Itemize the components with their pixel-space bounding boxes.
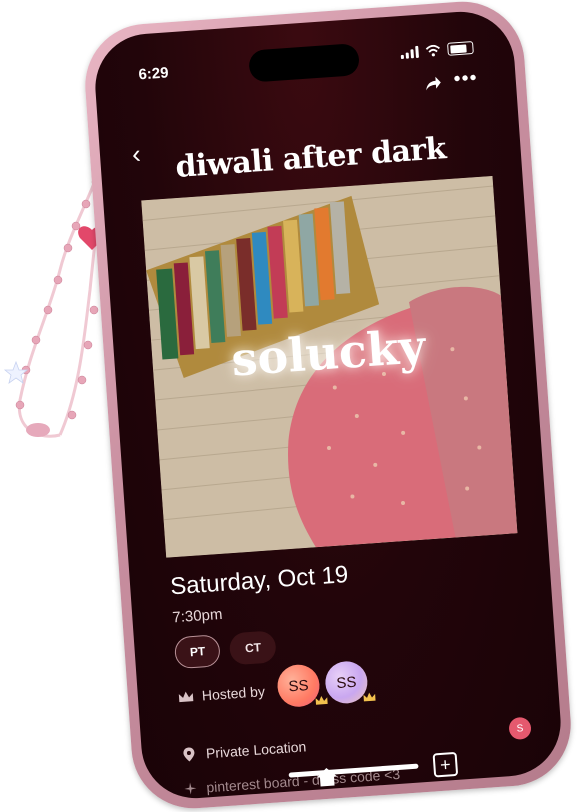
host-avatar[interactable]: SS bbox=[323, 659, 376, 705]
hosted-by-label: Hosted by bbox=[201, 683, 266, 704]
event-date: Saturday, Oct 19 bbox=[169, 561, 350, 601]
event-time: 7:30pm bbox=[171, 605, 223, 627]
crown-icon bbox=[363, 692, 376, 702]
crown-icon bbox=[178, 691, 194, 703]
timezone-toggle: PT CT bbox=[173, 630, 278, 670]
location-avatar-badge[interactable]: S bbox=[508, 716, 532, 741]
share-icon bbox=[426, 76, 441, 91]
location-row[interactable]: Private Location bbox=[182, 738, 307, 763]
hosted-by: Hosted by bbox=[177, 683, 265, 705]
sparkle-icon bbox=[184, 782, 197, 795]
crown-icon bbox=[315, 696, 328, 705]
dynamic-island bbox=[248, 43, 361, 83]
battery-icon bbox=[447, 41, 474, 56]
status-icons bbox=[400, 41, 474, 59]
share-button[interactable] bbox=[423, 75, 442, 97]
plus-square-icon[interactable]: + bbox=[432, 751, 459, 778]
timezone-ct-button[interactable]: CT bbox=[229, 630, 278, 666]
signal-icon bbox=[400, 45, 419, 59]
event-cover-image: solucky bbox=[141, 175, 518, 558]
host-initials: SS bbox=[335, 673, 357, 692]
ellipsis-icon: ••• bbox=[452, 66, 479, 91]
host-initials: SS bbox=[287, 676, 310, 695]
phone-screen: 6:29 ‹ ••• diwali after dark solucky Sat… bbox=[91, 8, 565, 802]
host-avatars: SS SS bbox=[276, 659, 376, 709]
location-label: Private Location bbox=[205, 738, 307, 762]
timezone-pt-button[interactable]: PT bbox=[173, 634, 222, 670]
host-avatar[interactable]: SS bbox=[276, 663, 328, 709]
wifi-icon bbox=[425, 44, 440, 56]
more-button[interactable]: ••• bbox=[453, 67, 479, 92]
location-pin-icon bbox=[183, 747, 195, 762]
status-time: 6:29 bbox=[137, 64, 170, 84]
phone: 6:29 ‹ ••• diwali after dark solucky Sat… bbox=[81, 0, 575, 812]
